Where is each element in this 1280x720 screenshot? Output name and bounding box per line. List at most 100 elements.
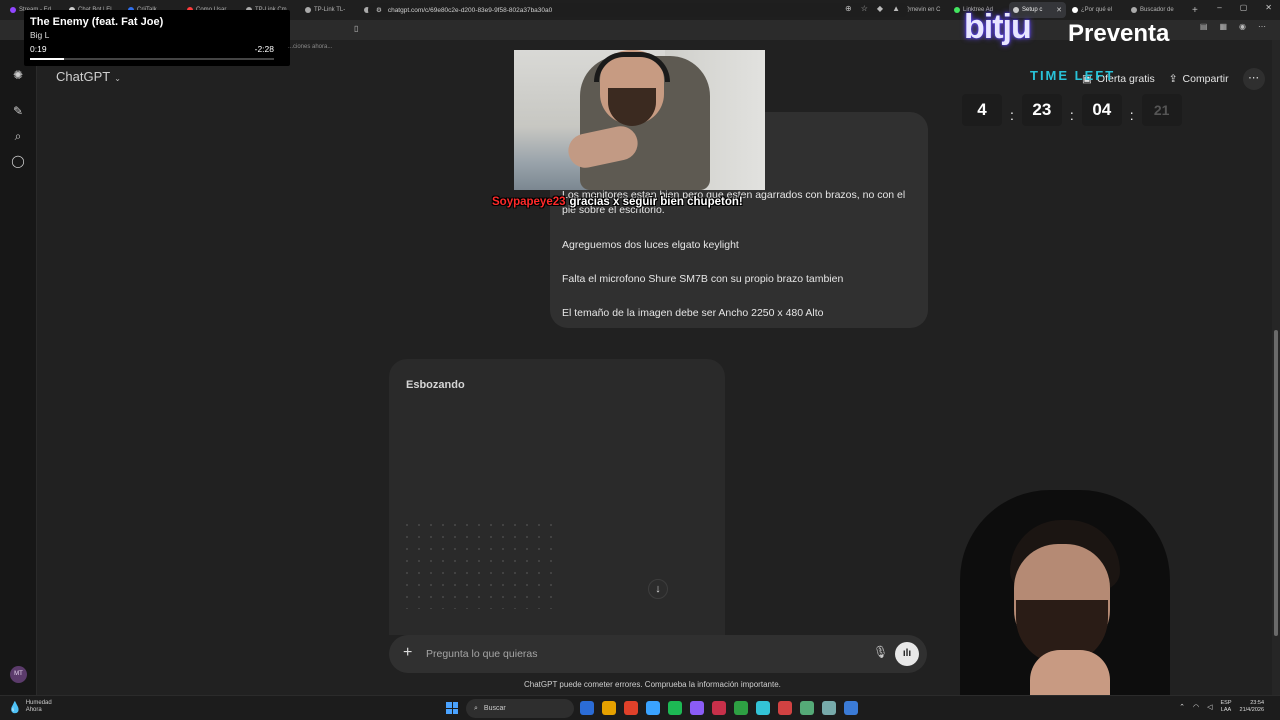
taskbar-app-icon[interactable] (778, 701, 792, 715)
countdown-separator: : (1129, 107, 1134, 123)
openai-logo-icon[interactable]: ✺ (11, 68, 25, 82)
humidity-icon: 💧 (8, 701, 22, 714)
taskbar-app-icon[interactable] (668, 701, 682, 715)
message-line: El temaño de la imagen debe ser Ancho 22… (562, 307, 824, 319)
taskbar-app-icon[interactable] (646, 701, 660, 715)
countdown-hours: 23 (1021, 94, 1062, 126)
track-progress (30, 58, 274, 60)
taskbar-search-label: Buscar (483, 705, 506, 712)
close-window-button[interactable]: ✕ (1265, 3, 1272, 12)
minimize-button[interactable]: – (1217, 3, 1221, 12)
microphone-icon[interactable]: 🎙 (873, 645, 888, 659)
disclaimer: ChatGPT puede cometer errores. Comprueba… (524, 680, 781, 689)
clock-date: 21/4/2026 (1239, 707, 1264, 713)
notification-hint: ...ciones ahora... (288, 44, 333, 50)
weather-sub: Ahora (25, 707, 42, 713)
composer: + 🎙 ılı (389, 635, 927, 673)
webcam-overlay (950, 480, 1180, 720)
share-label: Compartir (1182, 73, 1229, 85)
countdown-minutes: 04 (1081, 94, 1122, 126)
track-remaining: -2:28 (254, 44, 274, 54)
address-bar-actions: ⊕ ☆ ◆ ▲ (845, 4, 900, 13)
lang-top: ESP (1220, 700, 1232, 706)
time-left-label: TIME LEFT (1030, 68, 1116, 83)
tab-favicon-icon (10, 7, 16, 13)
volume-icon[interactable]: ◁ (1207, 703, 1212, 711)
promo-tag: Preventa (1068, 20, 1170, 47)
start-button[interactable] (446, 702, 458, 714)
star-icon[interactable]: ☆ (861, 4, 868, 13)
lang-bottom: LAA (1220, 707, 1232, 713)
voice-mode-button[interactable]: ılı (895, 642, 919, 666)
search-icon: ⌕ (474, 704, 478, 712)
chat-bubble-icon[interactable]: ◯ (11, 154, 25, 168)
now-playing-widget: The Enemy (feat. Fat Joe) Big L 0:19 -2:… (24, 10, 290, 66)
draft-status: Esbozando (406, 379, 465, 391)
taskbar-apps (580, 701, 858, 715)
share-icon: ⇪ (1168, 73, 1178, 85)
chevron-down-icon: ⌄ (114, 74, 121, 83)
copilot-icon[interactable]: ◉ (1239, 22, 1246, 31)
tab-label: TP-Link TL- (314, 7, 346, 13)
taskbar-app-icon[interactable] (734, 701, 748, 715)
model-selector[interactable]: ChatGPT ⌄ (56, 69, 121, 84)
settings-menu-icon[interactable]: ⋯ (1258, 22, 1266, 31)
search-icon[interactable]: ⌕ (11, 129, 25, 143)
browser-toolbar-icons: ▤ ▦ ◉ ⋯ (1200, 22, 1266, 31)
countdown-separator: : (1069, 107, 1074, 123)
countdown-days: 4 (962, 94, 1002, 126)
site-info-icon[interactable]: ⚙ (376, 6, 382, 14)
zoom-icon[interactable]: ⊕ (845, 4, 852, 13)
tab-favicon-icon (954, 7, 960, 13)
countdown-separator: : (1010, 107, 1014, 123)
track-elapsed: 0:19 (30, 44, 47, 54)
model-name: ChatGPT (56, 69, 111, 84)
weather-widget[interactable]: 💧 Humedad Ahora (8, 700, 52, 714)
sidebar: ✺ ✎ ⌕ ◯ MT (0, 40, 37, 695)
chat-username: Soypapeye23 (492, 196, 566, 208)
address-bar[interactable]: ⚙ chatgpt.com/c/69e80c2e-d200-83e9-9f58-… (368, 3, 908, 17)
bookmark-icon[interactable]: ▯ (354, 24, 358, 33)
taskbar: 💧 Humedad Ahora ⌕ Buscar ⌃ ◠ ◁ ESP LAA 23:… (0, 695, 1280, 720)
new-chat-icon[interactable]: ✎ (11, 104, 25, 118)
add-attachment-icon[interactable]: + (403, 644, 412, 662)
sidebar-toggle-icon[interactable]: ▤ (1200, 22, 1208, 31)
countdown-seconds: 21 (1141, 94, 1182, 126)
scroll-down-button[interactable]: ↓ (648, 579, 668, 599)
avatar[interactable]: MT (10, 666, 27, 683)
clock-time: 23:54 (1250, 700, 1264, 706)
weather-title: Humedad (25, 700, 52, 706)
taskbar-app-icon[interactable] (712, 701, 726, 715)
taskbar-app-icon[interactable] (844, 701, 858, 715)
more-options-button[interactable]: ⋯ (1242, 68, 1265, 90)
taskbar-search[interactable]: ⌕ Buscar (466, 699, 574, 718)
message-line: Agreguemos dos luces elgato keylight (562, 239, 739, 251)
promo-banner: bitju Preventa (964, 8, 1194, 54)
network-icon[interactable]: ◠ (1193, 703, 1199, 711)
share-button[interactable]: ⇪ Compartir (1169, 73, 1229, 85)
extension-icon[interactable]: ◆ (877, 4, 883, 13)
taskbar-app-icon[interactable] (580, 701, 594, 715)
prompt-input[interactable] (426, 646, 856, 662)
url-text[interactable]: chatgpt.com/c/69e80c2e-d200-83e9-9f58-80… (388, 7, 552, 14)
taskbar-app-icon[interactable] (690, 701, 704, 715)
maximize-button[interactable]: ▢ (1240, 3, 1248, 12)
taskbar-app-icon[interactable] (822, 701, 836, 715)
screen: Stream - EdChat Bot | ElCriiTalkComo Usa… (0, 0, 1280, 720)
tab-label: @mevin en C (904, 7, 941, 13)
taskbar-app-icon[interactable] (756, 701, 770, 715)
chat-text: gracias x seguir bien chupeton! (569, 196, 743, 208)
track-artist: Big L (30, 30, 50, 40)
browser-tab[interactable]: TP-Link TL- (301, 2, 358, 18)
taskbar-app-icon[interactable] (624, 701, 638, 715)
taskbar-app-icon[interactable] (602, 701, 616, 715)
stream-clip-overlay (514, 50, 765, 190)
track-title: The Enemy (feat. Fat Joe) (30, 16, 164, 28)
scrollbar-thumb[interactable] (1274, 330, 1278, 636)
collections-icon[interactable]: ▦ (1219, 22, 1227, 31)
clock[interactable]: 23:54 21/4/2026 (1240, 700, 1264, 714)
taskbar-app-icon[interactable] (800, 701, 814, 715)
warning-icon[interactable]: ▲ (892, 4, 900, 13)
language-indicator[interactable]: ESP LAA (1221, 700, 1232, 714)
tray-chevron-icon[interactable]: ⌃ (1179, 703, 1185, 711)
